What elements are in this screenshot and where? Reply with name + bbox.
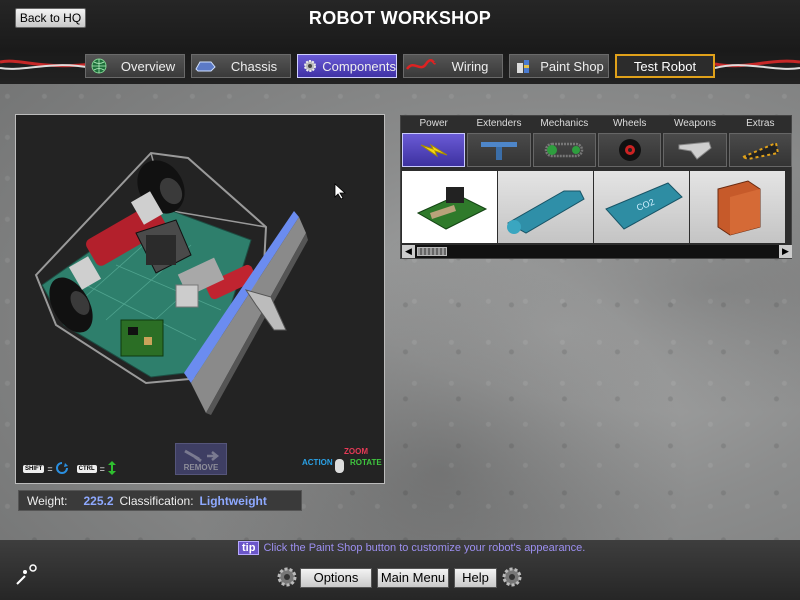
- action-label: ACTION: [302, 458, 333, 467]
- back-to-hq-button[interactable]: Back to HQ: [15, 8, 86, 28]
- category-power-button[interactable]: [402, 133, 466, 167]
- category-mechanics-button[interactable]: [532, 133, 596, 167]
- gear-decoration-right-icon: [501, 566, 523, 593]
- component-co2-tank[interactable]: CO2: [594, 171, 689, 243]
- globe-icon: [86, 56, 112, 76]
- equals-sign: =: [47, 464, 53, 474]
- help-button[interactable]: Help: [454, 568, 497, 588]
- tab-test-robot-label: Test Robot: [633, 58, 697, 74]
- scroll-thumb[interactable]: [417, 247, 447, 256]
- camera-controls-hint: SHIFT = CTRL =: [23, 461, 116, 477]
- category-buttons: [401, 133, 793, 167]
- circuit-board-image: [416, 187, 487, 230]
- lightning-bolt-icon: [420, 143, 447, 158]
- tab-chassis[interactable]: Chassis: [191, 54, 291, 78]
- mouse-controls-hint: ZOOM ACTION ROTATE: [302, 447, 384, 477]
- category-wheels-button[interactable]: [597, 133, 662, 167]
- co2-tank-image: CO2: [604, 182, 683, 230]
- category-label-extras: Extras: [746, 118, 775, 129]
- cable-decoration-right: [715, 59, 800, 70]
- tab-components-label: Components: [322, 58, 396, 74]
- gear-icon: [298, 56, 322, 76]
- game-logo-icon: [15, 562, 39, 591]
- category-weapons-button[interactable]: [663, 133, 727, 167]
- component-picker: Power Extenders Mechanics Wheels Weapons…: [400, 115, 792, 259]
- tab-chassis-label: Chassis: [230, 58, 278, 74]
- scroll-right-arrow-icon[interactable]: ▶: [779, 245, 792, 258]
- remove-label: REMOVE: [183, 463, 219, 472]
- main-menu-button[interactable]: Main Menu: [377, 568, 449, 588]
- tab-wiring[interactable]: Wiring: [403, 54, 503, 78]
- scroll-left-arrow-icon[interactable]: ◀: [402, 245, 415, 258]
- chassis-icon: [192, 56, 218, 76]
- component-items: CO2: [402, 171, 792, 243]
- tab-paint-shop-label: Paint Shop: [540, 58, 604, 74]
- classification-value: Lightweight: [199, 493, 267, 508]
- tip-badge: tip: [238, 541, 260, 555]
- extender-bar-icon: [480, 142, 517, 160]
- gear-decoration-left-icon: [276, 566, 298, 593]
- rotate-arrow-icon: [55, 462, 68, 476]
- category-label-wheels: Wheels: [612, 118, 647, 129]
- tab-components[interactable]: Components: [297, 54, 397, 78]
- ctrl-key-label: CTRL: [76, 465, 97, 473]
- weapon-blade-icon: [678, 141, 712, 160]
- battery-box-image: [717, 180, 760, 236]
- wheel-icon: [618, 139, 641, 161]
- mouse-cursor-icon: [334, 183, 347, 205]
- component-gas-tank[interactable]: [498, 171, 593, 243]
- chain-gear-icon: [545, 142, 584, 158]
- remove-component-button[interactable]: REMOVE: [175, 443, 227, 475]
- component-circuit-board[interactable]: [402, 171, 497, 243]
- weight-label: Weight:: [27, 493, 68, 508]
- component-battery-box[interactable]: [690, 171, 785, 243]
- options-button[interactable]: Options: [300, 568, 372, 588]
- category-label-extenders: Extenders: [476, 118, 522, 129]
- equals-sign-2: =: [99, 464, 105, 474]
- paint-can-icon: [510, 56, 536, 76]
- robot-3d-viewport[interactable]: SHIFT = CTRL = REMOVE ZOOM ACTION ROTATE: [15, 114, 385, 484]
- weight-value: 225.2: [83, 493, 114, 508]
- gas-tank-image: [506, 190, 585, 234]
- category-labels: Power Extenders Mechanics Wheels Weapons…: [401, 116, 793, 132]
- tab-overview[interactable]: Overview: [85, 54, 185, 78]
- tip-text: Click the Paint Shop button to customize…: [263, 542, 586, 554]
- mouse-icon: [335, 459, 344, 473]
- classification-label: Classification:: [119, 493, 194, 508]
- tab-overview-label: Overview: [120, 58, 176, 74]
- wire-icon: [404, 56, 438, 76]
- tab-test-robot[interactable]: Test Robot: [615, 54, 715, 78]
- component-scrollbar[interactable]: ◀ ▶: [402, 245, 792, 258]
- cable-decoration-left: [0, 59, 92, 70]
- robot-stats-bar: Weight: 225.2 Classification: Lightweigh…: [18, 490, 302, 511]
- category-extras-button[interactable]: [728, 133, 792, 167]
- category-label-weapons: Weapons: [673, 118, 717, 129]
- tab-paint-shop[interactable]: Paint Shop: [509, 54, 609, 78]
- robot-model: [34, 151, 308, 415]
- zoom-label: ZOOM: [344, 447, 368, 456]
- category-extenders-button[interactable]: [467, 133, 531, 167]
- category-label-mechanics: Mechanics: [540, 118, 589, 129]
- shift-key-label: SHIFT: [23, 465, 45, 473]
- rotate-label: ROTATE: [350, 458, 382, 467]
- tip-message: tip Click the Paint Shop button to custo…: [238, 541, 585, 555]
- hazard-wedge-icon: [740, 141, 780, 161]
- tab-wiring-label: Wiring: [451, 58, 489, 74]
- header-bar: Back to HQ ROBOT WORKSHOP Overview Chass…: [0, 0, 800, 84]
- page-title: ROBOT WORKSHOP: [308, 8, 492, 28]
- vertical-move-icon: [107, 461, 116, 477]
- category-label-power: Power: [419, 118, 448, 129]
